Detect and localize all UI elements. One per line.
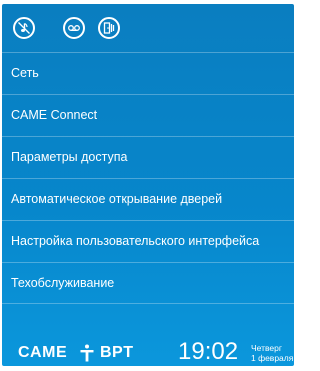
menu-item-network[interactable]: Сеть <box>2 52 294 94</box>
weekday-text: Четверг <box>251 343 282 353</box>
date-display: Четверг 1 февраля <box>251 343 293 363</box>
brand-logo-came: CAME <box>18 344 68 361</box>
clock-time: 19:02 <box>178 338 239 365</box>
menu-item-label: Сеть <box>11 66 39 80</box>
menu-item-label: Техобслуживание <box>11 276 115 290</box>
menu-item-automatic-door-opening[interactable]: Автоматическое открывание дверей <box>2 178 294 220</box>
menu-item-access-parameters[interactable]: Параметры доступа <box>2 136 294 178</box>
door-open-icon[interactable] <box>98 17 120 39</box>
brand-mark-icon <box>80 344 94 362</box>
brand-logo-bpt: BPT <box>100 344 134 361</box>
settings-menu: Сеть CAME Connect Параметры доступа Авто… <box>2 52 294 304</box>
menu-item-maintenance[interactable]: Техобслуживание <box>2 262 294 304</box>
menu-item-user-interface-settings[interactable]: Настройка пользовательского интерфейса <box>2 220 294 262</box>
music-mute-icon[interactable] <box>13 17 35 39</box>
menu-item-came-connect[interactable]: CAME Connect <box>2 94 294 136</box>
menu-item-label: CAME Connect <box>11 108 98 122</box>
menu-item-label: Автоматическое открывание дверей <box>11 192 223 206</box>
menu-item-label: Параметры доступа <box>11 150 128 164</box>
menu-item-label: Настройка пользовательского интерфейса <box>11 234 260 248</box>
top-icon-bar <box>2 4 294 52</box>
status-footer: CAME BPT 19:02 Четверг 1 февраля <box>2 334 294 366</box>
intercom-screen: Сеть CAME Connect Параметры доступа Авто… <box>2 4 294 366</box>
date-text: 1 февраля <box>251 353 294 363</box>
voicemail-icon[interactable] <box>63 17 85 39</box>
